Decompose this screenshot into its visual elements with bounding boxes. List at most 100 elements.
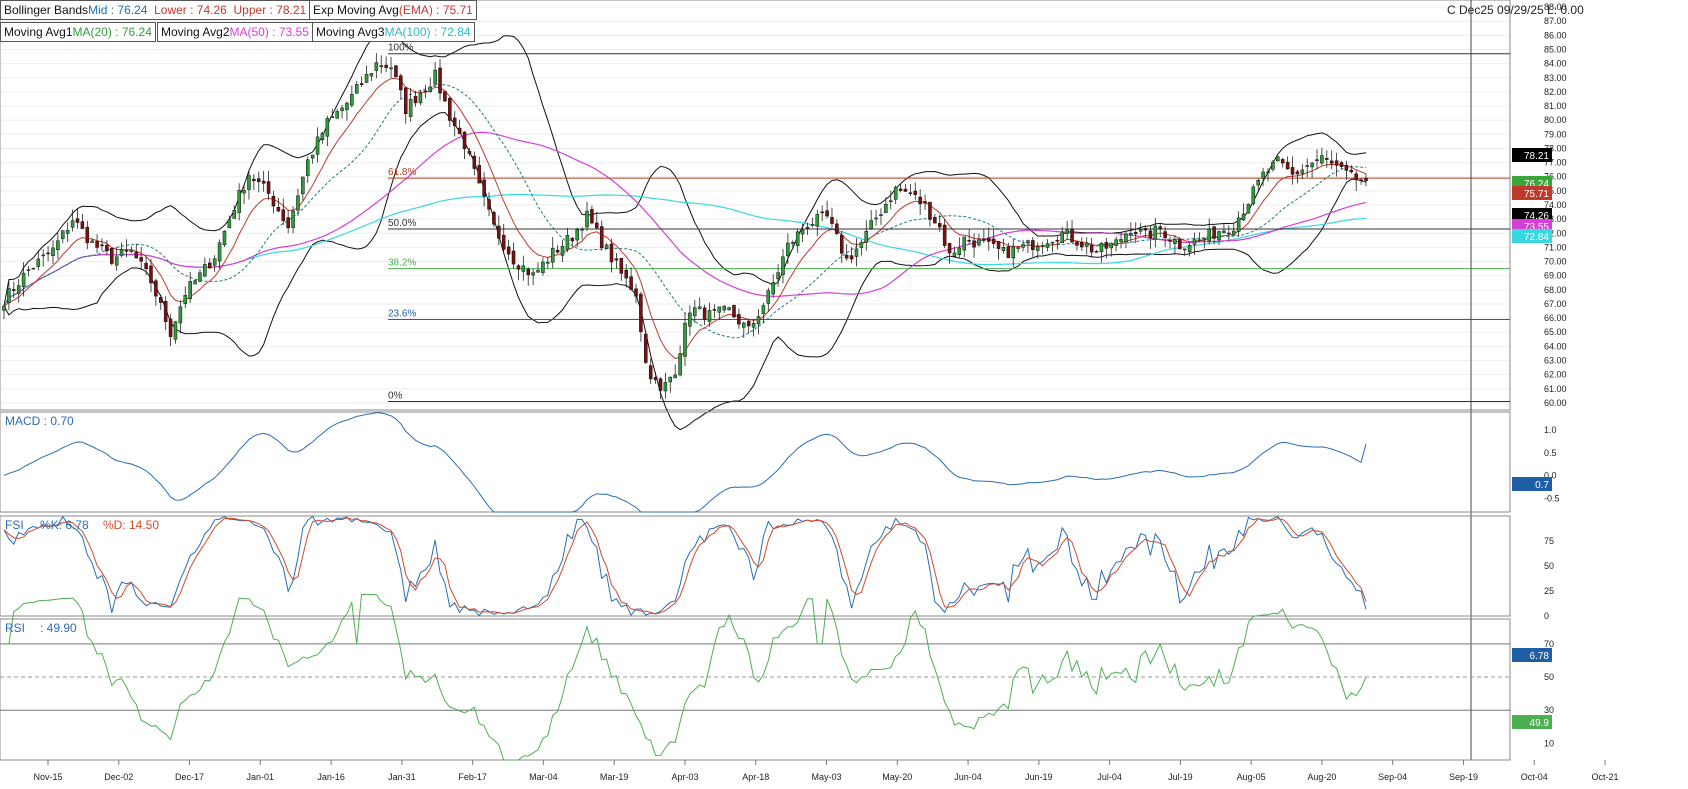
y-tick-label: 83.00	[1544, 73, 1567, 83]
candle-body	[565, 235, 570, 250]
candle	[541, 257, 545, 276]
candle-body	[1143, 228, 1148, 231]
candle	[139, 246, 143, 270]
candle	[526, 267, 530, 286]
candle	[1040, 242, 1045, 255]
candle	[648, 358, 653, 385]
candle	[874, 209, 878, 226]
candle	[119, 242, 124, 258]
candle	[271, 190, 276, 214]
candle	[516, 263, 521, 281]
y-tick-label: 71.00	[1544, 242, 1567, 252]
candle	[854, 238, 859, 267]
candle-body	[1075, 241, 1079, 246]
candle-body	[193, 280, 197, 285]
ma1-value: MA(20) : 76.24	[72, 25, 152, 39]
stoch-d-line	[3, 517, 1367, 615]
candle	[761, 302, 766, 324]
candle	[1217, 230, 1221, 246]
candle	[707, 302, 712, 327]
candle-body	[139, 257, 143, 262]
candle	[95, 234, 99, 254]
candle	[1227, 225, 1231, 242]
candle	[634, 283, 638, 304]
candle	[991, 228, 996, 249]
x-tick-label: May-20	[882, 772, 912, 782]
candle-body	[609, 243, 614, 263]
candle-body	[487, 199, 491, 210]
x-tick-label: May-03	[811, 772, 841, 782]
candle-body	[766, 290, 771, 304]
candle-body	[864, 230, 869, 243]
candle-body	[879, 214, 883, 216]
candle-body	[991, 238, 996, 244]
candle	[668, 376, 673, 393]
candle	[982, 229, 986, 244]
ma3-value: MA(100) : 72.84	[384, 25, 471, 39]
candle	[639, 291, 643, 342]
candle	[193, 279, 197, 285]
candle-body	[918, 196, 922, 205]
ma1-name: Moving Avg1	[4, 25, 73, 39]
y-tick-label: 65.00	[1544, 327, 1567, 337]
candle-body	[795, 231, 800, 246]
sub-y-tick-label: 50	[1544, 672, 1554, 682]
candle	[884, 196, 888, 214]
candle-body	[237, 190, 241, 213]
candle	[340, 104, 344, 119]
candle	[1315, 149, 1319, 170]
candle	[830, 207, 834, 228]
candle-body	[1031, 240, 1035, 251]
candle	[1045, 239, 1050, 252]
y-tick-label: 67.00	[1544, 299, 1567, 309]
candle-body	[1349, 169, 1354, 173]
candle-body	[291, 210, 295, 228]
candle	[1060, 227, 1065, 243]
candle-body	[604, 244, 609, 249]
candle-body	[310, 154, 315, 159]
bollinger-legend[interactable]: Bollinger BandsMid : 76.24 Lower : 74.26…	[0, 0, 311, 20]
candle-body	[467, 151, 472, 154]
candle	[722, 304, 726, 314]
candle	[550, 237, 555, 269]
candle	[477, 156, 481, 184]
candle	[585, 201, 589, 232]
ema-legend[interactable]: Exp Moving Avg(EMA) : 75.71	[309, 0, 477, 20]
candle-body	[124, 250, 129, 252]
candle	[864, 220, 869, 251]
ma1-legend[interactable]: Moving Avg1MA(20) : 76.24	[0, 22, 156, 42]
candle-body	[555, 249, 560, 253]
ma2-legend[interactable]: Moving Avg2MA(50) : 73.55	[157, 22, 313, 42]
x-tick-label: Oct-21	[1591, 772, 1618, 782]
candle-body	[952, 252, 957, 257]
candle	[1001, 238, 1006, 254]
candle	[188, 271, 192, 304]
candle	[301, 176, 305, 201]
candle-body	[144, 262, 148, 269]
candle	[918, 189, 922, 216]
rsi-label: RSI	[5, 621, 26, 635]
candle-body	[100, 244, 104, 247]
x-tick-label: Mar-04	[529, 772, 558, 782]
candle	[261, 170, 266, 192]
sub-y-tick-label: 10	[1544, 738, 1554, 748]
candle	[536, 262, 540, 273]
chart-canvas[interactable]: 100% 61.8% 50.0% 38.2% 23.6% 0% 60.00 61.00 62.…	[0, 0, 1688, 789]
candle	[222, 230, 227, 248]
candle	[399, 73, 403, 100]
candle	[1276, 156, 1280, 162]
candle-body	[1045, 243, 1050, 248]
y-tick-label: 61.00	[1544, 384, 1567, 394]
candle-body	[7, 288, 11, 303]
y-tick-label: 87.00	[1544, 16, 1567, 26]
candle-body	[874, 217, 878, 220]
candle-body	[614, 258, 619, 261]
candle-body	[438, 67, 442, 94]
candle-body	[1207, 228, 1211, 242]
ma3-legend[interactable]: Moving Avg3MA(100) : 72.84	[312, 22, 475, 42]
candle	[369, 73, 374, 82]
candle-body	[119, 249, 124, 256]
candle-body	[1119, 239, 1123, 242]
candle-body	[41, 254, 45, 257]
candle-body	[580, 228, 584, 231]
